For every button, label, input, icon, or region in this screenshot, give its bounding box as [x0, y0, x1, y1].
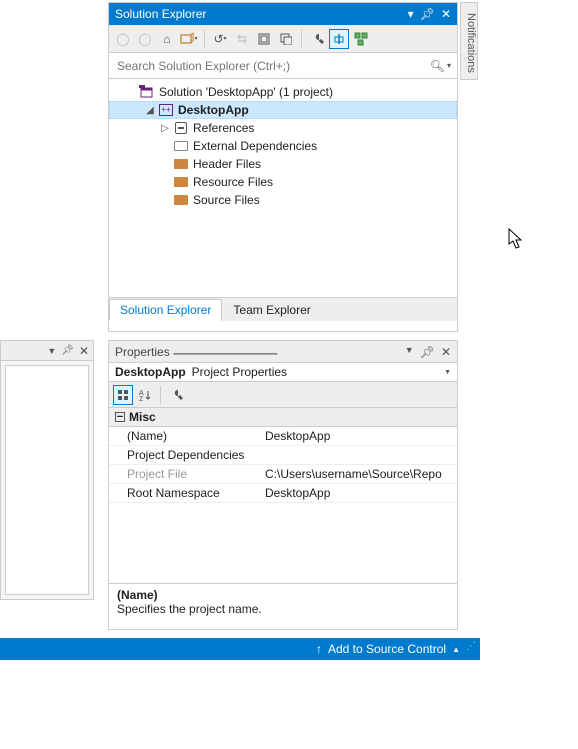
pin-icon[interactable]: 📌︎	[61, 345, 74, 356]
solution-explorer-search[interactable]: 🔍︎ ▾	[109, 53, 457, 79]
source-files-node[interactable]: Source Files	[109, 191, 457, 209]
header-files-node[interactable]: Header Files	[109, 155, 457, 173]
expand-arrow-icon[interactable]: ▷	[159, 123, 171, 134]
properties-icon[interactable]	[307, 29, 327, 49]
folder-icon	[173, 174, 189, 190]
references-node[interactable]: ▷ References	[109, 119, 457, 137]
prop-row-file[interactable]: Project File C:\Users\username\Source\Re…	[109, 465, 457, 484]
source-files-label: Source Files	[191, 193, 260, 207]
references-label: References	[191, 121, 254, 135]
prop-row-deps[interactable]: Project Dependencies	[109, 446, 457, 465]
solution-explorer-titlebar: Solution Explorer ▾ 📌︎ ✕	[109, 3, 457, 25]
dropdown-icon[interactable]: ▾	[408, 7, 414, 21]
prop-desc-name: (Name)	[117, 588, 449, 602]
chevron-down-icon[interactable]: ▼	[444, 369, 451, 376]
prop-key: Project File	[109, 465, 259, 483]
close-icon[interactable]: ✕	[441, 345, 451, 359]
back-icon[interactable]: ◯	[113, 29, 133, 49]
search-input[interactable]	[115, 58, 430, 74]
solution-label: Solution 'DesktopApp' (1 project)	[157, 85, 333, 99]
solution-node[interactable]: Solution 'DesktopApp' (1 project)	[109, 83, 457, 101]
external-deps-node[interactable]: External Dependencies	[109, 137, 457, 155]
tab-solution-explorer[interactable]: Solution Explorer	[109, 299, 222, 321]
folder-icon	[173, 156, 189, 172]
resource-files-label: Resource Files	[191, 175, 273, 189]
class-view-icon[interactable]	[351, 29, 371, 49]
properties-title: Properties ▪▪▪▪▪▪▪▪▪▪▪▪▪▪▪▪▪▪▪▪▪▪▪▪▪▪▪▪▪…	[115, 345, 405, 359]
solution-explorer-panel: Solution Explorer ▾ 📌︎ ✕ ◯ ◯ ⌂ ▾ ↺▾ ⇆	[108, 2, 458, 332]
pin-icon[interactable]: 📌︎	[420, 345, 435, 359]
add-source-control-button[interactable]: Add to Source Control	[328, 642, 446, 656]
sync-icon[interactable]: ⇆	[232, 29, 252, 49]
external-deps-label: External Dependencies	[191, 139, 317, 153]
view-switch-icon[interactable]: ▾	[179, 29, 199, 49]
tab-team-explorer[interactable]: Team Explorer	[222, 299, 321, 321]
collapse-arrow-icon[interactable]: ◢	[144, 105, 156, 116]
prop-key: (Name)	[109, 427, 259, 445]
folder-ext-icon	[173, 138, 189, 154]
resize-grip-icon[interactable]: ⋰	[466, 644, 476, 650]
properties-object-selector[interactable]: DesktopApp Project Properties ▼	[109, 363, 457, 382]
collapse-box-icon[interactable]: −	[115, 412, 125, 422]
prop-value: C:\Users\username\Source\Repo	[259, 465, 457, 483]
solution-explorer-title: Solution Explorer	[115, 7, 408, 21]
solution-tree: Solution 'DesktopApp' (1 project) ◢ ++ D…	[109, 79, 457, 297]
project-node[interactable]: ◢ ++ DesktopApp	[109, 101, 457, 119]
categorized-icon[interactable]	[113, 385, 133, 405]
close-icon[interactable]: ✕	[441, 7, 451, 21]
resource-files-node[interactable]: Resource Files	[109, 173, 457, 191]
dropdown-icon[interactable]: ▼	[405, 345, 414, 359]
references-icon	[173, 120, 189, 136]
prop-object-type: Project Properties	[192, 365, 287, 379]
prop-desc-text: Specifies the project name.	[117, 602, 449, 616]
preview-icon[interactable]	[329, 29, 349, 49]
mouse-cursor-icon	[508, 228, 524, 250]
search-dropdown-icon[interactable]: ▾	[447, 61, 451, 70]
project-icon: ++	[158, 102, 174, 118]
prop-key: Project Dependencies	[109, 446, 259, 464]
close-icon[interactable]: ✕	[79, 344, 89, 358]
prop-key: Root Namespace	[109, 484, 259, 502]
dropdown-icon[interactable]: ▼	[47, 346, 56, 356]
docked-panel-stub: ▼ 📌︎ ✕	[0, 340, 94, 600]
prop-value[interactable]	[259, 446, 457, 464]
prop-category-misc[interactable]: − Misc	[109, 408, 457, 427]
prop-object-name: DesktopApp	[115, 365, 186, 379]
header-files-label: Header Files	[191, 157, 261, 171]
properties-toolbar: AZ	[109, 382, 457, 408]
solution-explorer-toolbar: ◯ ◯ ⌂ ▾ ↺▾ ⇆	[109, 25, 457, 53]
properties-panel: Properties ▪▪▪▪▪▪▪▪▪▪▪▪▪▪▪▪▪▪▪▪▪▪▪▪▪▪▪▪▪…	[108, 340, 458, 630]
project-label: DesktopApp	[176, 103, 249, 117]
publish-up-icon[interactable]: ↑	[316, 642, 322, 656]
prop-row-name[interactable]: (Name) DesktopApp	[109, 427, 457, 446]
forward-icon[interactable]: ◯	[135, 29, 155, 49]
property-pages-icon[interactable]	[166, 385, 186, 405]
home-icon[interactable]: ⌂	[157, 29, 177, 49]
properties-grid: − Misc (Name) DesktopApp Project Depende…	[109, 408, 457, 503]
show-all-icon[interactable]	[276, 29, 296, 49]
collapse-icon[interactable]	[254, 29, 274, 49]
prop-value[interactable]: DesktopApp	[259, 427, 457, 445]
status-bar: ↑ Add to Source Control ▲	[0, 638, 480, 660]
solution-explorer-tabs: Solution Explorer Team Explorer	[109, 297, 457, 321]
properties-titlebar: Properties ▪▪▪▪▪▪▪▪▪▪▪▪▪▪▪▪▪▪▪▪▪▪▪▪▪▪▪▪▪…	[109, 341, 457, 363]
properties-description: (Name) Specifies the project name.	[109, 583, 457, 629]
folder-icon	[173, 192, 189, 208]
history-icon[interactable]: ↺▾	[210, 29, 230, 49]
alphabetical-icon[interactable]: AZ	[135, 385, 155, 405]
prop-value[interactable]: DesktopApp	[259, 484, 457, 502]
prop-row-namespace[interactable]: Root Namespace DesktopApp	[109, 484, 457, 503]
svg-text:Z: Z	[139, 396, 144, 402]
chevron-up-icon[interactable]: ▲	[452, 645, 460, 654]
notifications-tab[interactable]: Notifications	[460, 2, 478, 80]
pin-icon[interactable]: 📌︎	[420, 7, 435, 21]
solution-icon	[139, 84, 155, 100]
search-icon[interactable]: 🔍︎	[430, 59, 445, 73]
